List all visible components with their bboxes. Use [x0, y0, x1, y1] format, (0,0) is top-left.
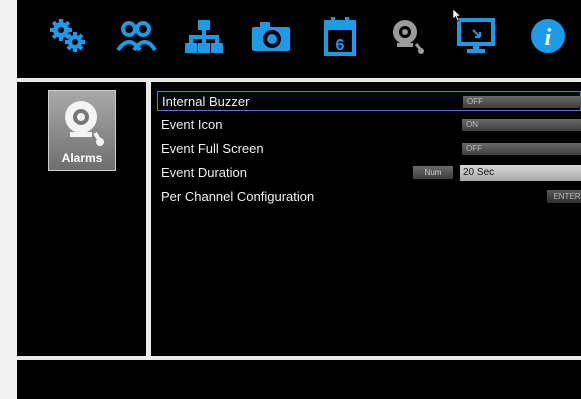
row-label: Event Full Screen [161, 141, 264, 156]
camera-icon[interactable] [249, 14, 293, 58]
info-icon[interactable]: i [526, 14, 570, 58]
row-label: Event Icon [161, 117, 223, 132]
event-icon-select[interactable]: ON ▾ [462, 119, 581, 131]
menu-row-event-duration[interactable]: Event Duration Num 20 Sec [157, 163, 581, 183]
select-value: 20 Sec [463, 167, 495, 178]
event-duration-select[interactable]: 20 Sec [460, 165, 581, 181]
menu-row-per-channel-configuration[interactable]: Per Channel Configuration ENTER [157, 187, 581, 207]
row-label: Per Channel Configuration [161, 189, 315, 204]
schedule-day-number: 6 [336, 37, 345, 54]
status-area [17, 360, 581, 399]
left-edge-strip [0, 0, 17, 399]
row-label: Internal Buzzer [162, 94, 250, 109]
network-icon[interactable] [182, 14, 226, 58]
system-settings-icon[interactable] [46, 14, 90, 58]
info-letter: i [545, 25, 552, 51]
sidebar-item-alarms[interactable]: Alarms [48, 90, 116, 171]
enter-button[interactable]: ENTER [547, 190, 581, 203]
num-button[interactable]: Num [413, 166, 453, 179]
mouse-cursor-icon [452, 8, 462, 27]
select-value: OFF [466, 144, 482, 153]
menu-row-internal-buzzer[interactable]: Internal Buzzer OFF ▾ [157, 91, 581, 111]
settings-menu: Internal Buzzer OFF ▾ Event Icon ON ▾ Ev… [151, 82, 581, 356]
row-label: Event Duration [161, 165, 247, 180]
users-icon[interactable] [114, 14, 158, 58]
menu-row-event-icon[interactable]: Event Icon ON ▾ [157, 115, 581, 135]
alarm-bell-icon[interactable] [385, 14, 429, 58]
schedule-icon[interactable]: 6 [318, 14, 362, 58]
alarm-bell-icon [65, 101, 104, 146]
select-value: OFF [467, 97, 483, 106]
internal-buzzer-select[interactable]: OFF ▾ [463, 96, 581, 108]
menu-row-event-full-screen[interactable]: Event Full Screen OFF ▾ [157, 139, 581, 159]
top-toolbar: 6 i [17, 0, 581, 78]
event-full-screen-select[interactable]: OFF ▾ [462, 143, 581, 155]
sidebar-item-label: Alarms [61, 151, 103, 165]
select-value: ON [466, 120, 478, 129]
